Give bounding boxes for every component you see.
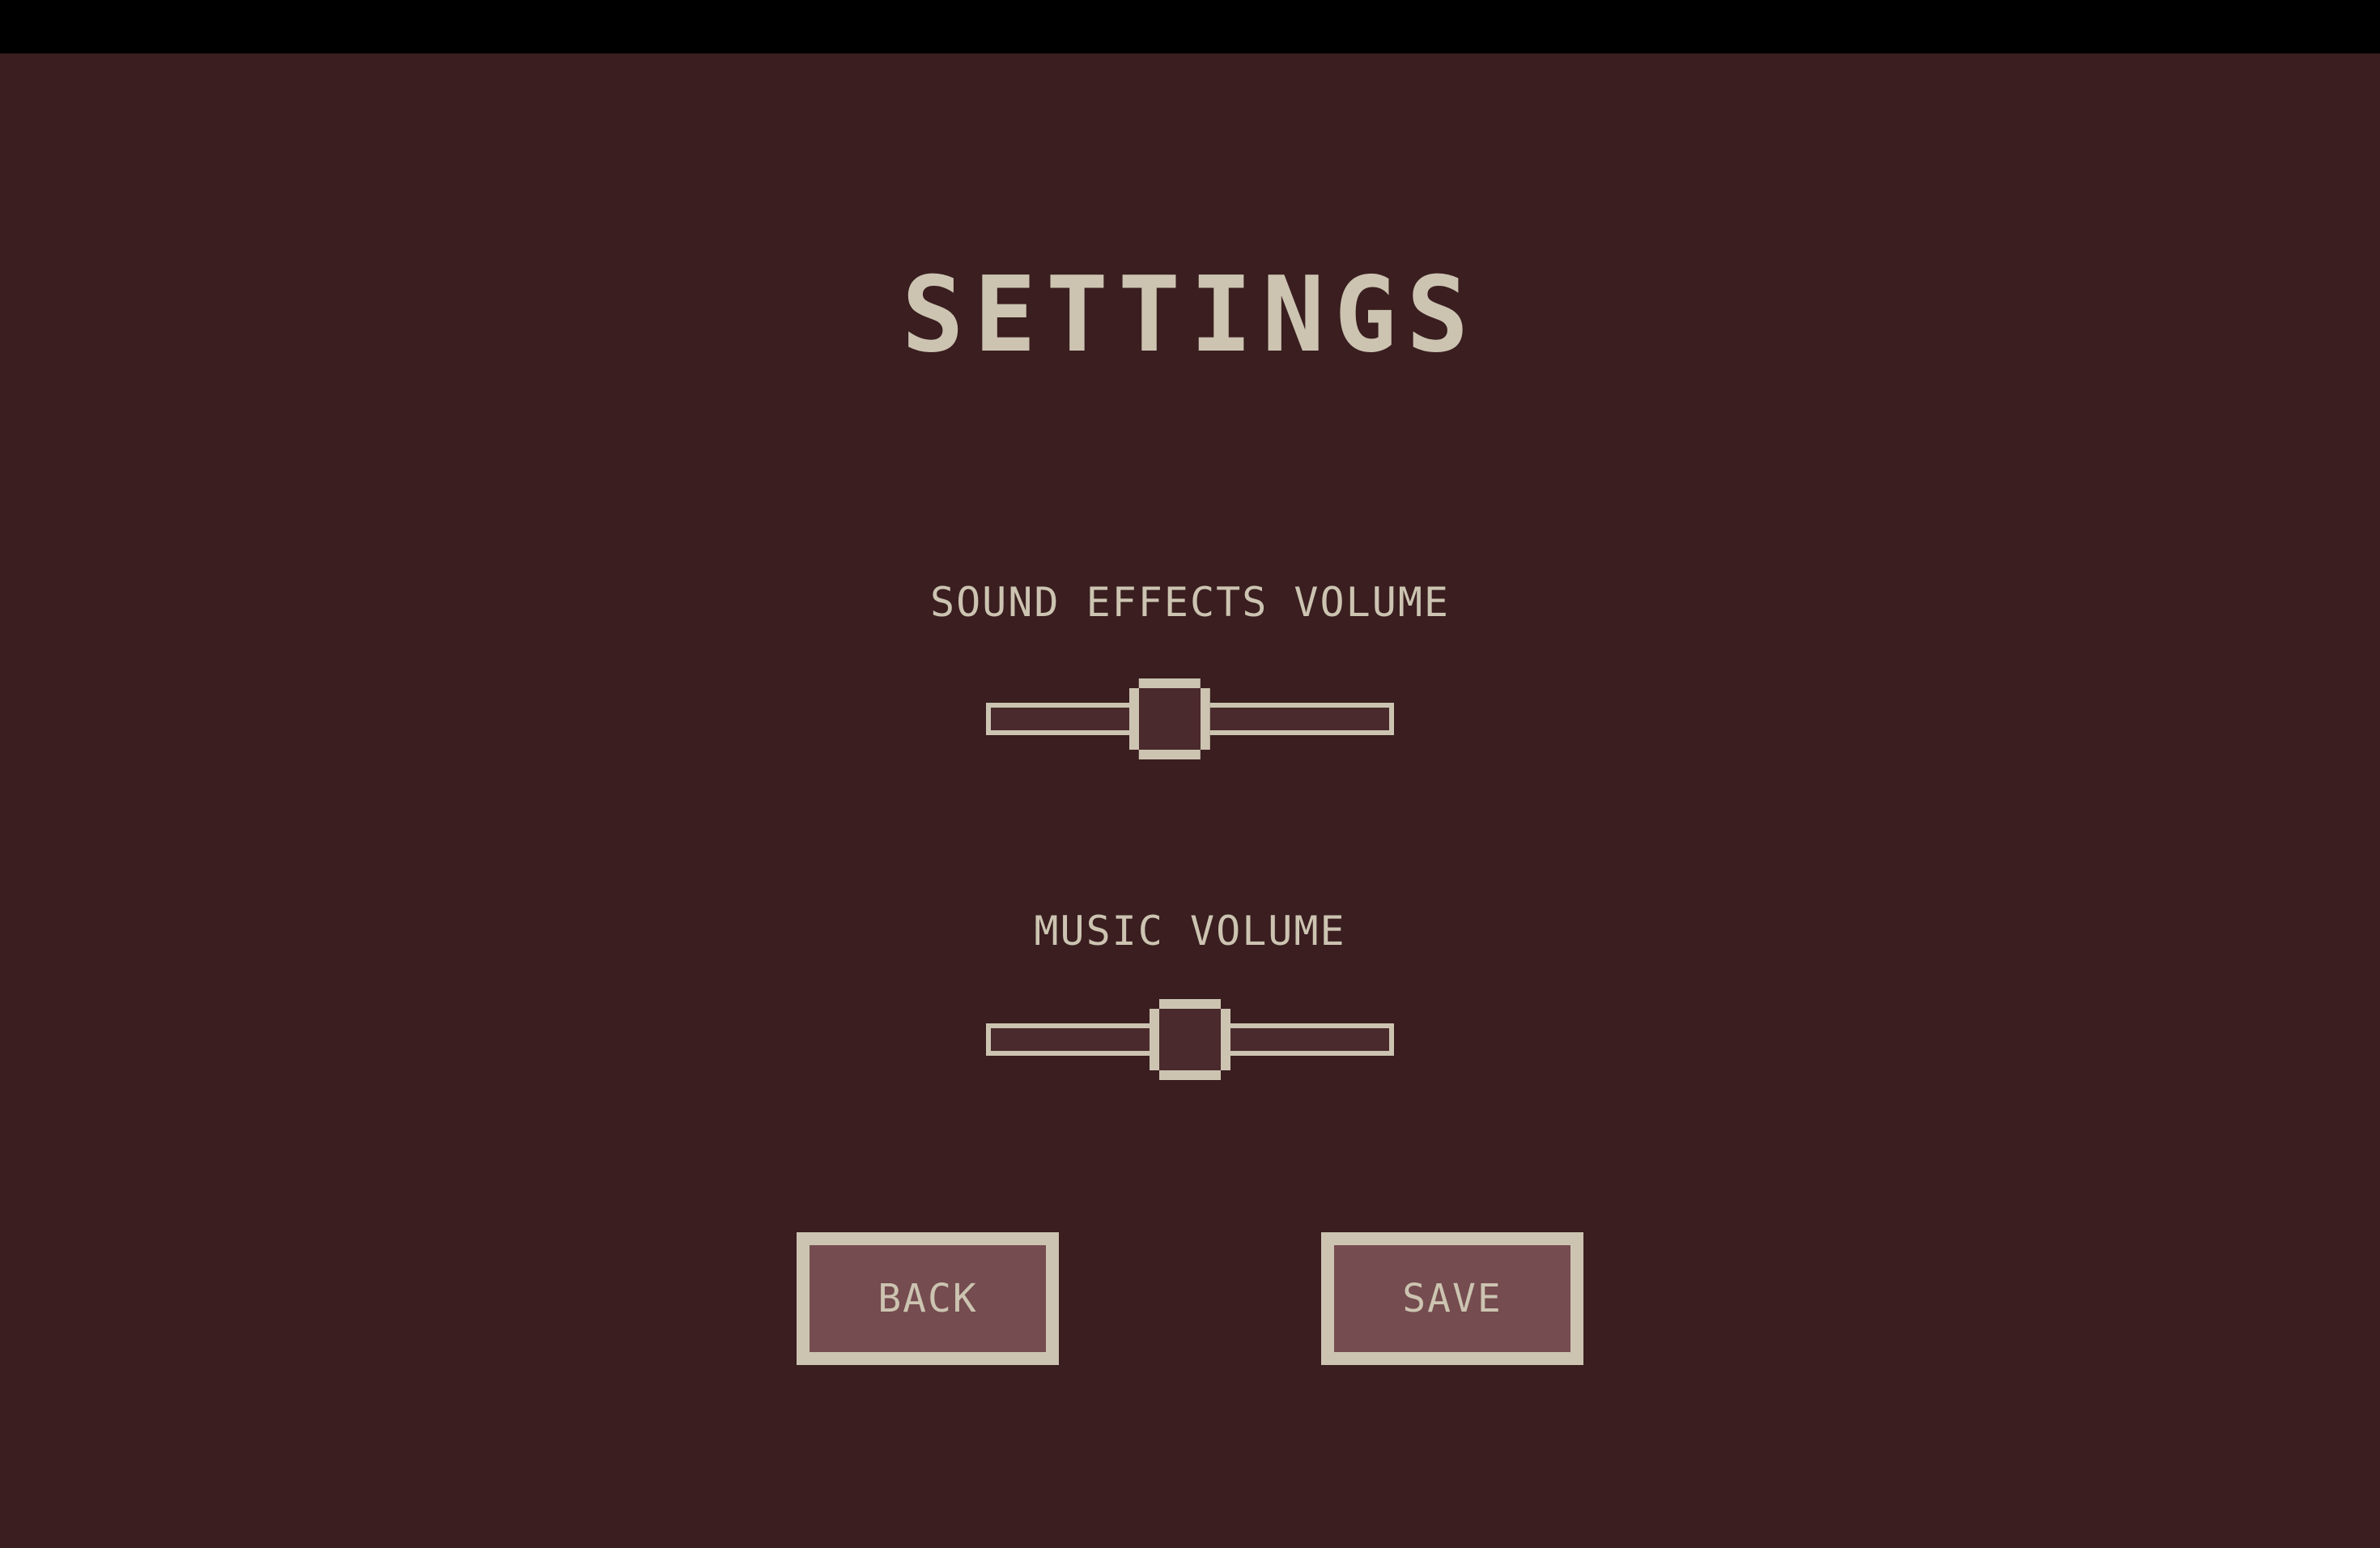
music-volume-slider[interactable] <box>986 997 1394 1078</box>
sfx-volume-label: SOUND EFFECTS VOLUME <box>929 579 1451 626</box>
sfx-volume-slider[interactable] <box>986 677 1394 758</box>
back-button[interactable]: BACK <box>797 1232 1059 1365</box>
sfx-volume-thumb[interactable] <box>1129 678 1210 759</box>
music-volume-thumb[interactable] <box>1150 999 1230 1080</box>
top-bar <box>0 0 2380 53</box>
music-volume-label: MUSIC VOLUME <box>1034 908 1346 955</box>
page-title: SETTINGS <box>901 255 1479 376</box>
settings-screen: SETTINGS SOUND EFFECTS VOLUME MUSIC VOLU… <box>0 0 2380 1548</box>
save-button[interactable]: SAVE <box>1321 1232 1583 1365</box>
